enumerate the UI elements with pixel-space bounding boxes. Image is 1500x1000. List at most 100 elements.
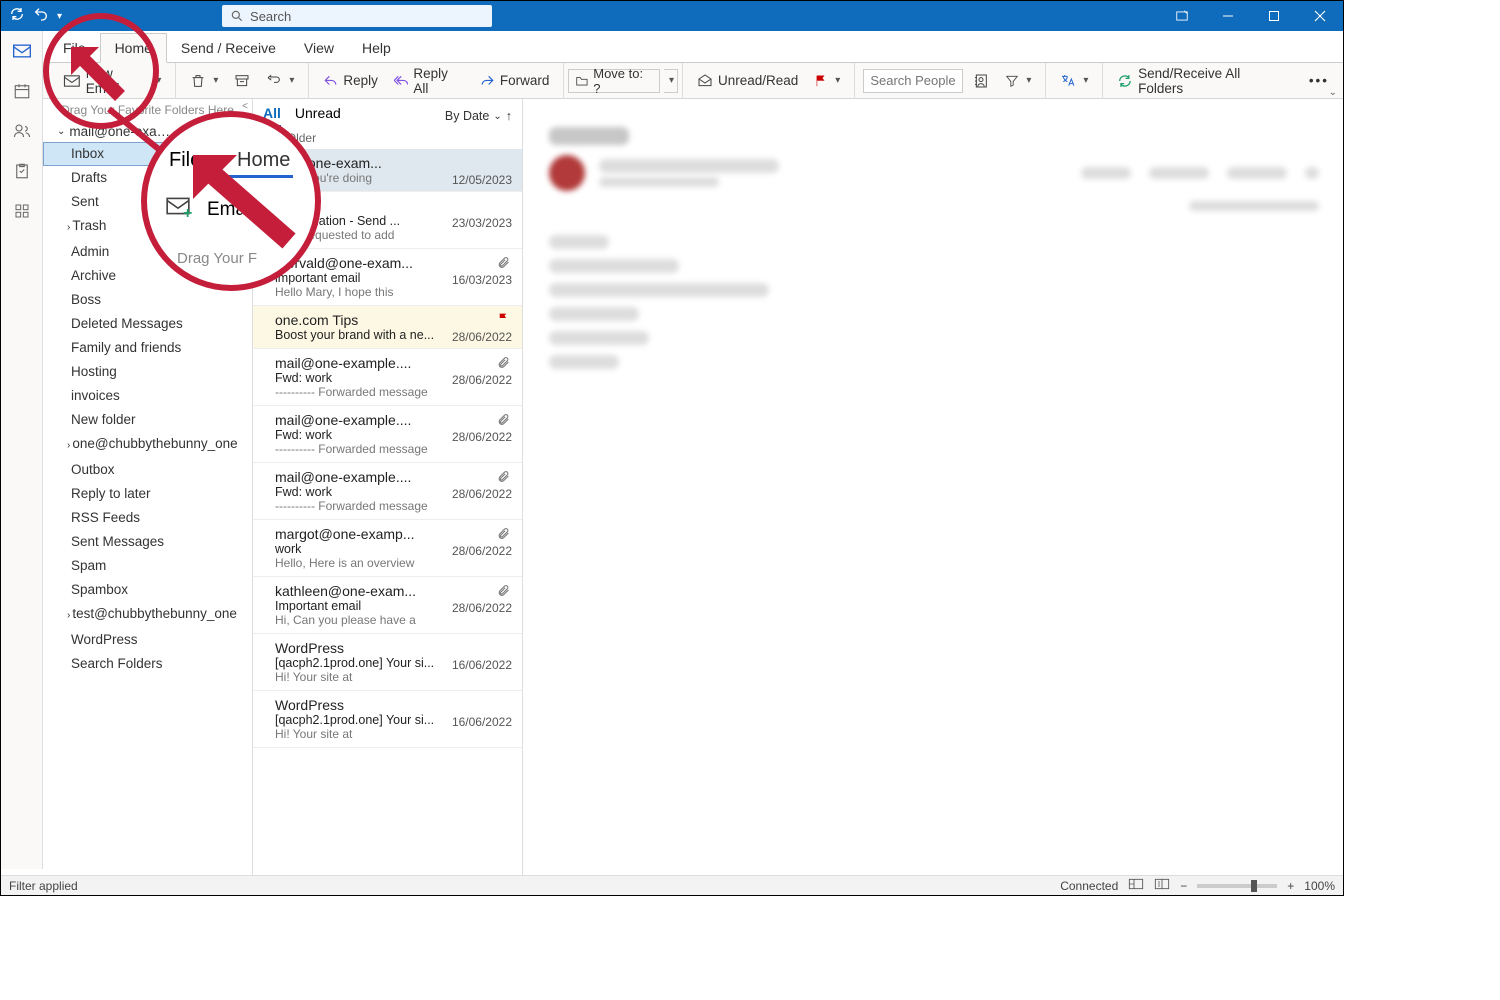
message-item[interactable]: margot@one-examp...workHello, Here is an…: [253, 520, 522, 577]
mail-nav-icon[interactable]: [1, 31, 42, 71]
unread-read-label: Unread/Read: [718, 73, 798, 88]
tab-view[interactable]: View: [290, 34, 348, 62]
ribbon-tabs: File Home Send / Receive View Help: [1, 31, 1343, 63]
translate-button[interactable]: ▾: [1054, 70, 1094, 92]
folder-wordpress[interactable]: WordPress: [43, 628, 252, 652]
folder-spam[interactable]: Spam: [43, 554, 252, 578]
search-box[interactable]: Search: [222, 5, 492, 27]
message-item[interactable]: kathleen@one-exam...Important emailHi, C…: [253, 577, 522, 634]
collapse-pane-icon[interactable]: <: [242, 101, 248, 112]
sort-bydate[interactable]: By Date ⌄ ↑: [445, 109, 512, 123]
people-nav-icon[interactable]: [1, 111, 42, 151]
undo-icon[interactable]: [33, 6, 49, 27]
move-button[interactable]: ▾: [260, 70, 300, 92]
folder-drafts[interactable]: Drafts: [43, 166, 252, 190]
folder-outbox[interactable]: Outbox: [43, 458, 252, 482]
folder-rss[interactable]: RSS Feeds: [43, 506, 252, 530]
folder-inbox[interactable]: Inbox: [43, 142, 252, 166]
minimize-button[interactable]: [1205, 1, 1251, 31]
older-label: Older: [287, 131, 316, 145]
message-preview: Hi, Can you please have a: [275, 613, 508, 627]
message-scroll[interactable]: ald@one-exam...Hope you're doing12/05/20…: [253, 149, 522, 875]
message-item[interactable]: mail@one-example....Fwd: work---------- …: [253, 349, 522, 406]
filter-email-button[interactable]: ▾: [999, 71, 1037, 91]
message-item[interactable]: thorvald@one-exam...important emailHello…: [253, 249, 522, 306]
zoom-slider[interactable]: [1197, 884, 1277, 888]
folder-pane: < Drag Your Favorite Folders Here ⌄mail@…: [43, 99, 253, 875]
folder-spambox[interactable]: Spambox: [43, 578, 252, 602]
archive-button[interactable]: [228, 70, 256, 92]
message-item[interactable]: WordPress[qacph2.1prod.one] Your si...Hi…: [253, 691, 522, 748]
tab-home[interactable]: Home: [100, 33, 167, 63]
filter-unread-tab[interactable]: Unread: [295, 105, 341, 127]
message-item[interactable]: mail@one-example....Fwd: work---------- …: [253, 406, 522, 463]
close-button[interactable]: [1297, 1, 1343, 31]
account-3[interactable]: ›test@chubbythebunny_one: [43, 602, 252, 628]
folder-new-folder[interactable]: New folder: [43, 408, 252, 432]
reply-all-button[interactable]: Reply All: [388, 63, 470, 99]
message-item[interactable]: one.com TipsBoost your brand with a ne..…: [253, 306, 522, 349]
folder-trash[interactable]: ›Trash: [43, 214, 252, 240]
blurred-body: [549, 331, 649, 345]
folder-family[interactable]: Family and friends: [43, 336, 252, 360]
sync-icon[interactable]: [9, 6, 25, 27]
blurred-body: [549, 355, 619, 369]
paperclip-icon: [497, 412, 510, 430]
message-preview: ---------- Forwarded message: [275, 385, 508, 399]
folder-sent[interactable]: Sent: [43, 190, 252, 214]
folder-search-folders[interactable]: Search Folders: [43, 652, 252, 676]
tab-help[interactable]: Help: [348, 34, 405, 62]
calendar-nav-icon[interactable]: [1, 71, 42, 111]
maximize-button[interactable]: [1251, 1, 1297, 31]
folder-archive[interactable]: Archive: [43, 264, 252, 288]
forward-icon: [480, 74, 495, 88]
folder-hosting[interactable]: Hosting: [43, 360, 252, 384]
moveto-chevron[interactable]: ▾: [664, 69, 678, 93]
filter-all-tab[interactable]: All: [263, 105, 281, 127]
folder-deleted-messages[interactable]: Deleted Messages: [43, 312, 252, 336]
ribbon-display-icon[interactable]: [1159, 1, 1205, 31]
blurred-from: [599, 159, 779, 173]
quick-access-dropdown-icon[interactable]: ▾: [57, 11, 62, 22]
tasks-nav-icon[interactable]: [1, 151, 42, 191]
account-1[interactable]: ⌄mail@one-exa…: [43, 121, 252, 142]
new-email-button[interactable]: New Email ▾: [57, 63, 167, 99]
tab-file[interactable]: File: [49, 34, 100, 62]
account-2[interactable]: ›one@chubbythebunny_one: [43, 432, 252, 458]
folder-boss[interactable]: Boss: [43, 288, 252, 312]
more-apps-nav-icon[interactable]: [1, 191, 42, 231]
view-reading-icon[interactable]: [1154, 877, 1170, 894]
message-from: thorvald@one-exam...: [275, 255, 425, 271]
view-normal-icon[interactable]: [1128, 877, 1144, 894]
refresh-icon: [1117, 73, 1133, 89]
folder-sent-messages[interactable]: Sent Messages: [43, 530, 252, 554]
chevron-down-icon: ▾: [1083, 75, 1088, 86]
folder-admin[interactable]: Admin: [43, 240, 252, 264]
message-item[interactable]: WordPress[qacph2.1prod.one] Your si...Hi…: [253, 634, 522, 691]
folder-invoices[interactable]: invoices: [43, 384, 252, 408]
forward-button[interactable]: Forward: [474, 70, 556, 91]
sort-ascending-icon[interactable]: ↑: [506, 109, 512, 123]
search-people-input[interactable]: [863, 69, 963, 93]
message-item[interactable]: mail@one-example....Fwd: work---------- …: [253, 463, 522, 520]
funnel-icon: [1005, 74, 1019, 88]
tab-sendreceive[interactable]: Send / Receive: [167, 34, 290, 62]
send-receive-all-button[interactable]: Send/Receive All Folders: [1111, 63, 1292, 99]
title-bar: ▾ Search: [1, 1, 1343, 31]
message-date: 28/06/2022: [452, 330, 512, 344]
moveto-dropdown[interactable]: Move to: ?: [568, 69, 660, 93]
unread-read-button[interactable]: Unread/Read: [691, 70, 804, 92]
address-book-button[interactable]: [967, 70, 995, 92]
message-item[interactable]: TeamConfirmation - Send ...have requeste…: [253, 192, 522, 249]
delete-button[interactable]: ▾: [184, 70, 224, 92]
zoom-in-icon[interactable]: +: [1287, 879, 1294, 893]
reply-all-icon: [394, 74, 408, 88]
message-item[interactable]: ald@one-exam...Hope you're doing12/05/20…: [253, 149, 522, 192]
message-from: ald@one-exam...: [275, 155, 425, 171]
folder-reply-later[interactable]: Reply to later: [43, 482, 252, 506]
reply-button[interactable]: Reply: [317, 70, 384, 91]
flag-button[interactable]: ▾: [808, 71, 846, 91]
ribbon-collapse-icon[interactable]: ⌄: [1329, 87, 1337, 98]
reading-pane: [525, 99, 1343, 875]
zoom-out-icon[interactable]: −: [1180, 879, 1187, 893]
